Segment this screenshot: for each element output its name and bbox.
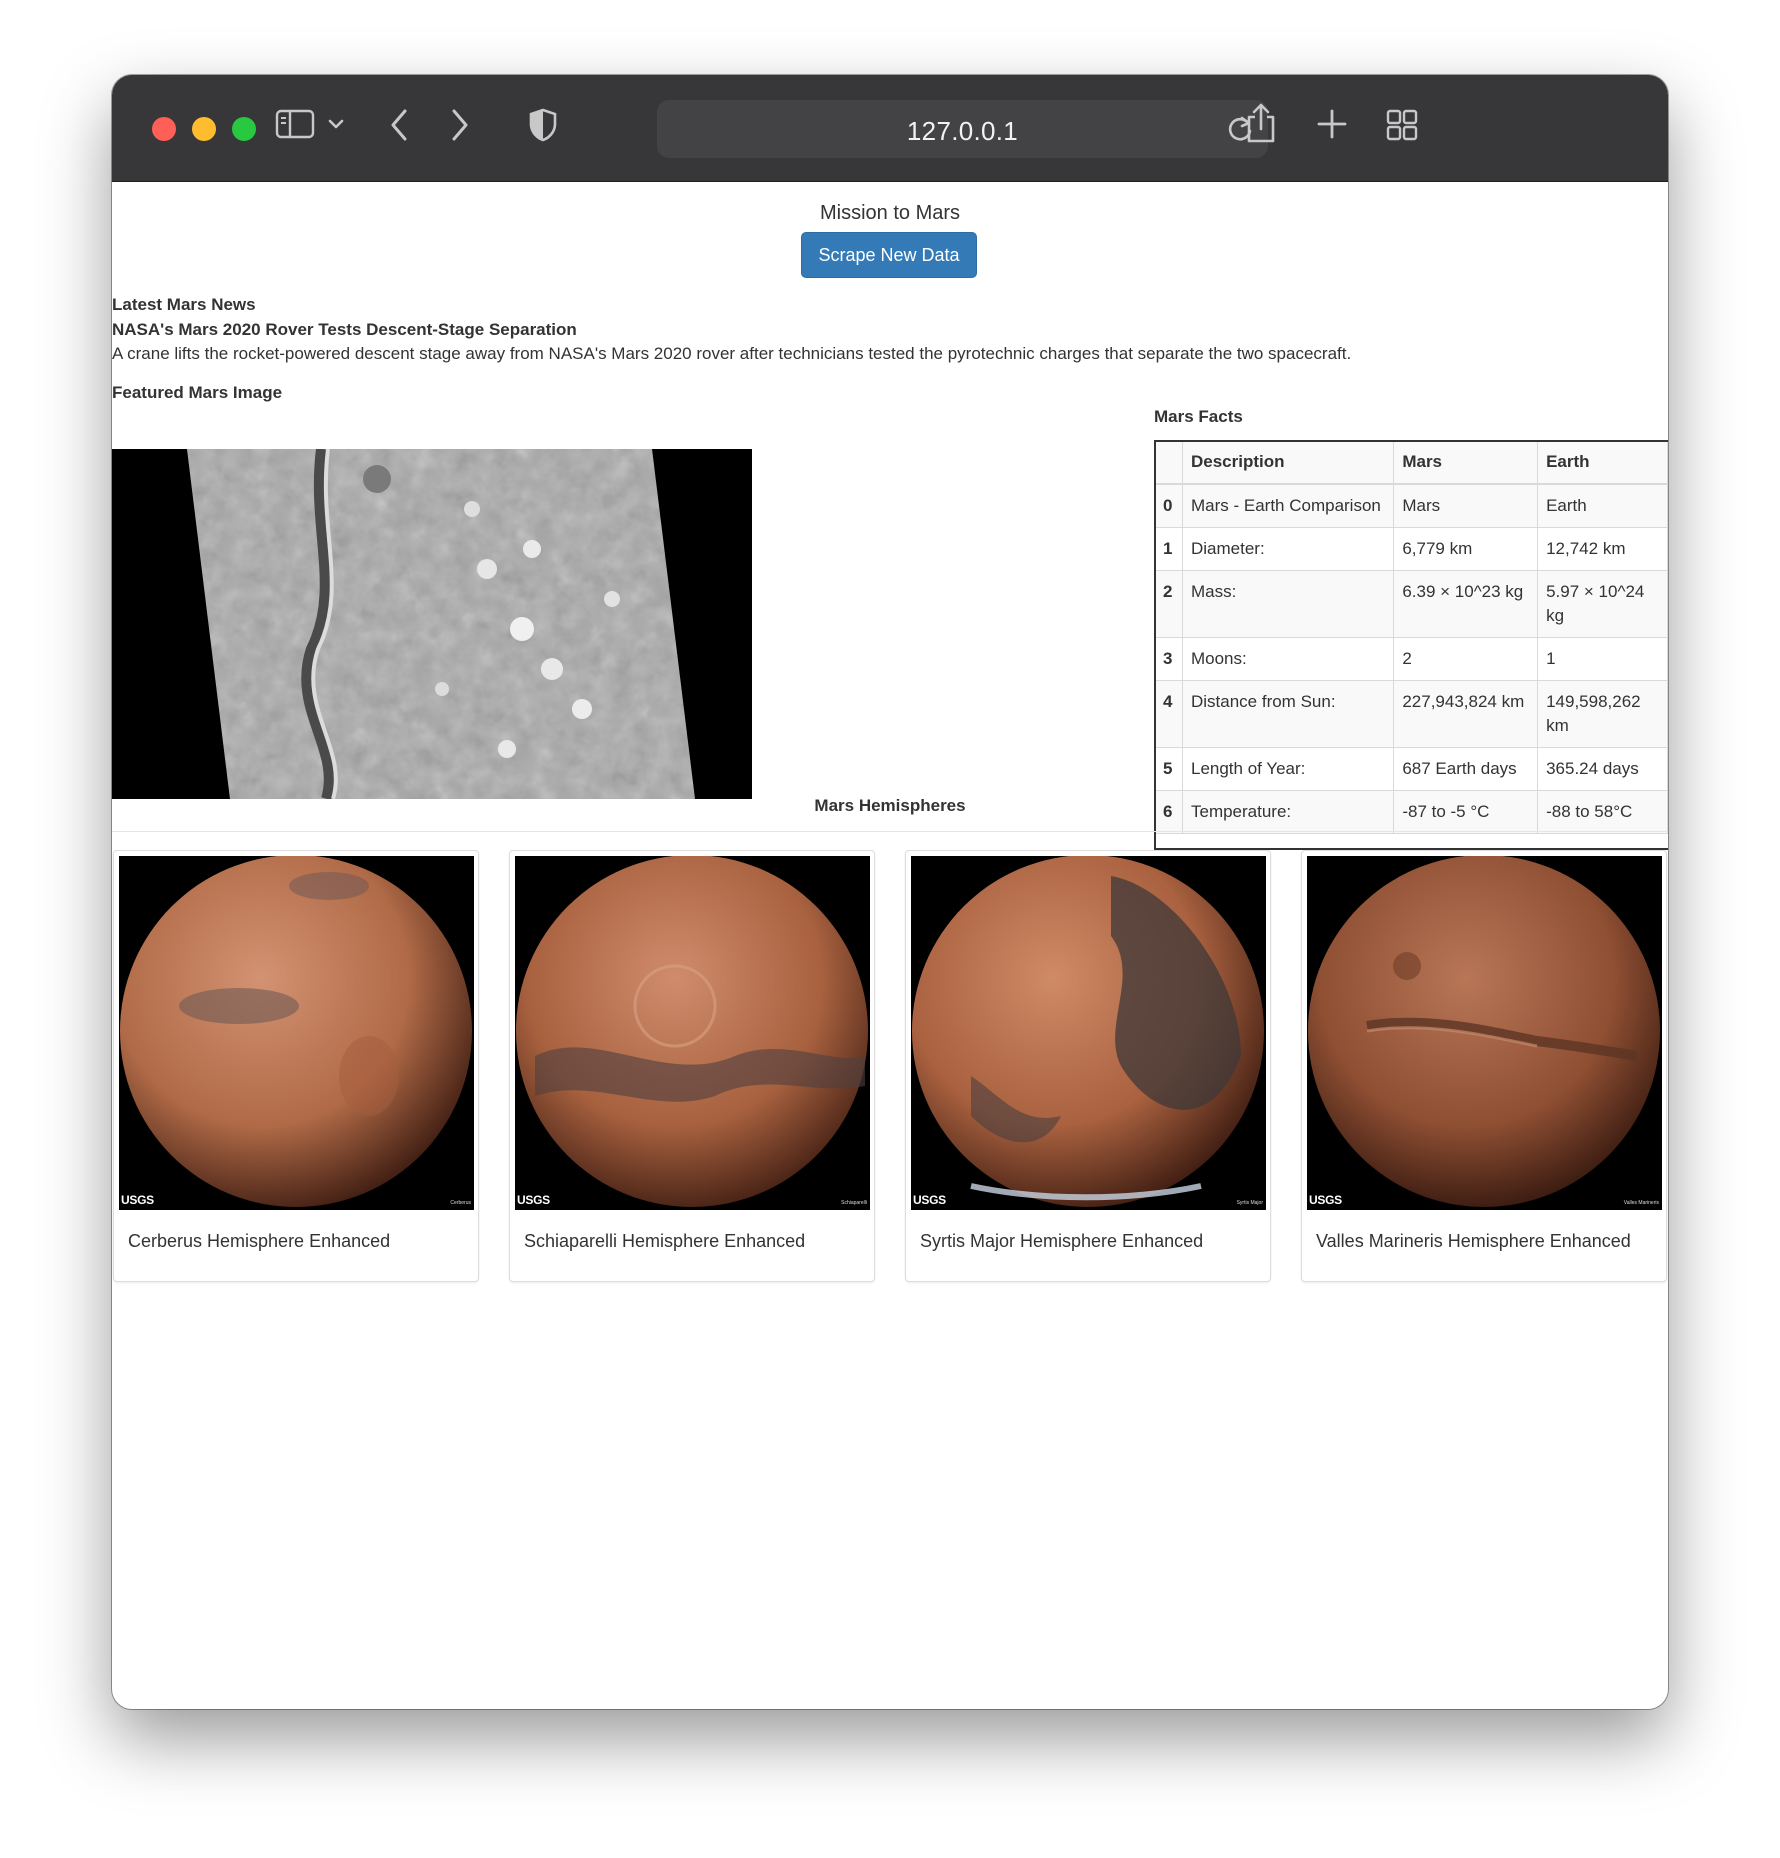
row-mars-value: 6.39 × 10^23 kg [1393,570,1539,638]
hemisphere-image-valles-marineris[interactable]: USGS Valles Marineris [1307,856,1662,1210]
featured-mars-image [112,449,752,799]
row-description: Diameter: [1181,527,1395,571]
hemisphere-image-syrtis-major[interactable]: USGS Syrtis Major [911,856,1266,1210]
page-title: Mission to Mars [819,202,961,224]
back-icon[interactable] [387,105,413,145]
row-earth-value: 12,742 km [1537,527,1668,571]
table-header-row: Description Mars Earth [1154,440,1668,485]
page-content: Mission to Mars Scrape New Data Latest M… [112,182,1668,1709]
chevron-down-icon[interactable] [327,115,345,133]
zoom-window-button[interactable] [232,117,256,141]
hemisphere-title: Schiaparelli Hemisphere Enhanced [524,1231,806,1251]
table-row: 5 Length of Year: 687 Earth days 365.24 … [1154,747,1668,791]
latest-news-label: Latest Mars News [112,295,256,314]
usgs-logo: USGS [121,1193,154,1207]
hemisphere-card-cerberus[interactable]: USGS Cerberus Cerberus Hemisphere Enhanc… [113,850,479,1282]
browser-toolbar: 127.0.0.1 [112,75,1668,182]
row-mars-value: 6,779 km [1393,527,1539,571]
hemisphere-image-label: Valles Marineris [1623,1200,1659,1206]
row-index: 4 [1154,680,1183,748]
row-index: 3 [1154,637,1183,681]
row-description: Mars - Earth Comparison [1181,483,1395,528]
featured-image-label: Featured Mars Image [112,383,283,402]
new-tab-icon[interactable] [1315,107,1349,141]
minimize-window-button[interactable] [192,117,216,141]
sidebar-icon[interactable] [275,108,315,140]
row-mars-value: 687 Earth days [1393,747,1539,791]
table-row: 1 Diameter: 6,779 km 12,742 km [1154,527,1668,571]
hemisphere-image-schiaparelli[interactable]: USGS Schiaparelli [515,856,870,1210]
row-earth-value: 1 [1537,637,1668,681]
hemisphere-title: Cerberus Hemisphere Enhanced [128,1231,391,1251]
hemisphere-card-syrtis-major[interactable]: USGS Syrtis Major Syrtis Major Hemispher… [905,850,1271,1282]
table-header-mars: Mars [1393,440,1539,485]
row-description: Distance from Sun: [1181,680,1395,748]
hemisphere-card-valles-marineris[interactable]: USGS Valles Marineris Valles Marineris H… [1301,850,1667,1282]
address-bar[interactable]: 127.0.0.1 [657,100,1268,158]
row-index: 0 [1154,483,1183,528]
url-text: 127.0.0.1 [906,116,1019,146]
row-index: 5 [1154,747,1183,791]
mars-facts-label: Mars Facts [1154,407,1243,426]
table-row: 3 Moons: 2 1 [1154,637,1668,681]
row-description: Length of Year: [1181,747,1395,791]
tab-overview-icon[interactable] [1385,108,1419,142]
shield-icon[interactable] [528,107,558,143]
row-description: Moons: [1181,637,1395,681]
table-header-index [1154,440,1183,485]
row-description: Mass: [1181,570,1395,638]
scrape-new-data-button[interactable]: Scrape New Data [801,232,977,278]
table-row: 0 Mars - Earth Comparison Mars Earth [1154,483,1668,528]
row-index: 2 [1154,570,1183,638]
table-row: 2 Mass: 6.39 × 10^23 kg 5.97 × 10^24 kg [1154,570,1668,638]
row-earth-value: 149,598,262 km [1537,680,1668,748]
usgs-logo: USGS [517,1193,550,1207]
table-header-earth: Earth [1537,440,1668,485]
hemisphere-card-schiaparelli[interactable]: USGS Schiaparelli Schiaparelli Hemispher… [509,850,875,1282]
hemisphere-image-label: Schiaparelli [841,1200,867,1206]
usgs-logo: USGS [913,1193,946,1207]
row-earth-value: 365.24 days [1537,747,1668,791]
hemisphere-image-label: Cerberus [450,1200,471,1206]
row-mars-value: 227,943,824 km [1393,680,1539,748]
row-index: 1 [1154,527,1183,571]
share-icon[interactable] [1243,101,1279,145]
close-window-button[interactable] [152,117,176,141]
forward-icon[interactable] [446,105,472,145]
hemisphere-title: Valles Marineris Hemisphere Enhanced [1316,1231,1631,1251]
hemisphere-image-label: Syrtis Major [1236,1200,1263,1206]
news-paragraph: A crane lifts the rocket-powered descent… [112,344,1352,363]
browser-window: 127.0.0.1 Mission to Mars Scrape New Dat… [112,75,1668,1709]
row-mars-value: 2 [1393,637,1539,681]
news-title: NASA's Mars 2020 Rover Tests Descent-Sta… [112,320,577,339]
mars-facts-table: Description Mars Earth 0 Mars - Earth Co… [1154,440,1668,834]
hemisphere-image-cerberus[interactable]: USGS Cerberus [119,856,474,1210]
table-header-description: Description [1181,440,1395,485]
row-mars-value: Mars [1393,483,1539,528]
hemisphere-title: Syrtis Major Hemisphere Enhanced [920,1231,1204,1251]
row-earth-value: Earth [1537,483,1668,528]
row-earth-value: 5.97 × 10^24 kg [1537,570,1668,638]
hemispheres-divider [112,831,1668,832]
table-row: 4 Distance from Sun: 227,943,824 km 149,… [1154,680,1668,748]
hemispheres-title: Mars Hemispheres [814,796,966,815]
usgs-logo: USGS [1309,1193,1342,1207]
